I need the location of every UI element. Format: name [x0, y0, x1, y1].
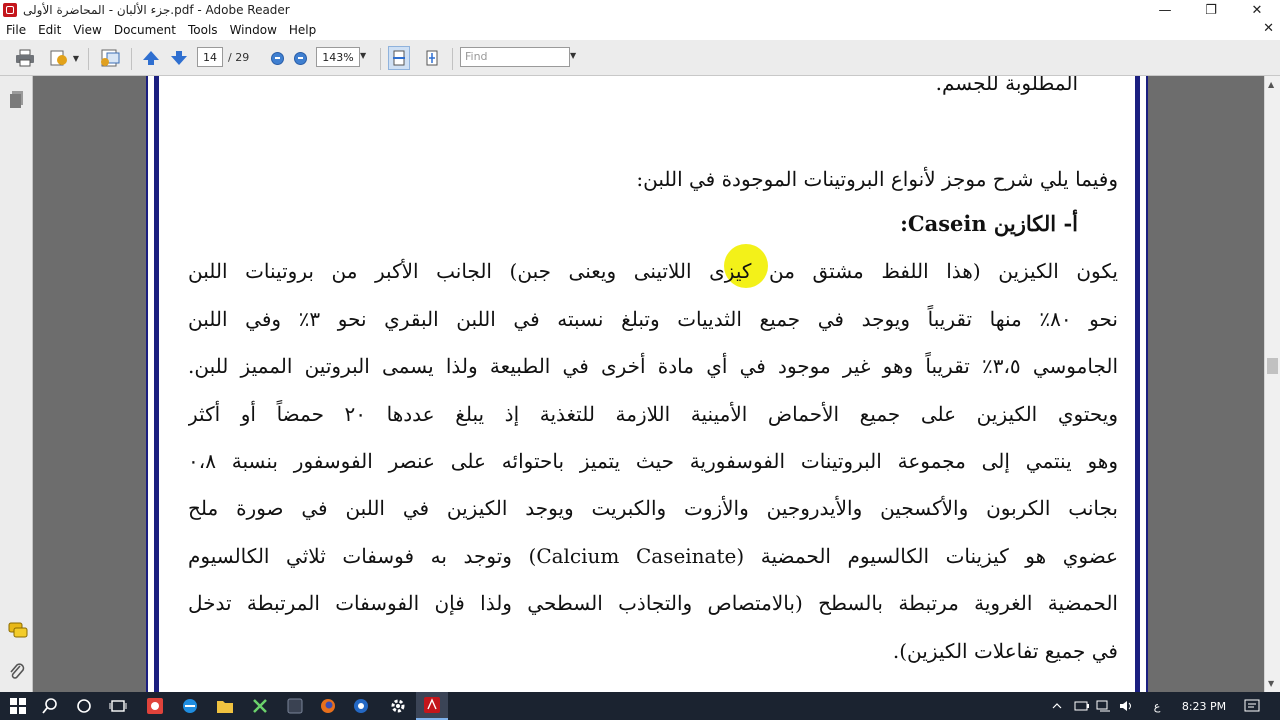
find-input[interactable]: Find	[460, 47, 570, 67]
zoom-in-icon[interactable]	[293, 51, 307, 65]
toolbar: ▼	[0, 40, 1280, 76]
chevron-down-icon[interactable]: ▼	[71, 52, 81, 64]
title-bar: جزء الألبان - المحاضرة الأولى.pdf - Adob…	[0, 0, 1280, 20]
paragraph-line: الجاموسي ٣،٥٪ تقريباً وهو غير موجود في أ…	[188, 354, 1118, 378]
clock[interactable]: 8:23 PM	[1176, 692, 1232, 720]
app-icon-blue[interactable]	[347, 692, 375, 720]
menu-view[interactable]: View	[67, 23, 107, 37]
minimize-button[interactable]: —	[1142, 0, 1188, 20]
menu-bar: File Edit View Document Tools Window Hel…	[0, 20, 1280, 40]
partial-line: المطلوبة للجسم.	[935, 76, 1078, 95]
paragraph-line: عضوي هو كيزينات الكالسيوم الحمضية (Calci…	[188, 544, 1118, 568]
scroll-down-icon[interactable]: ▼	[1268, 679, 1274, 688]
paragraph-line: الحمضية الغروية مرتبطة بالسطح (بالامتصاص…	[188, 591, 1118, 615]
scroll-up-icon[interactable]: ▲	[1268, 80, 1274, 89]
document-viewport[interactable]: المطلوبة للجسم. وفيما يلي شرح موجز لأنوا…	[33, 76, 1264, 692]
zoom-out-icon[interactable]	[270, 51, 284, 65]
paragraph-line: ويحتوي الكيزين على جميع الأحماض الأمينية…	[188, 402, 1118, 426]
menu-window[interactable]: Window	[224, 23, 283, 37]
page-border-left-inner	[154, 76, 159, 692]
intro-line: وفيما يلي شرح موجز لأنواع البروتينات الم…	[636, 167, 1118, 191]
file-explorer-icon[interactable]	[211, 692, 239, 720]
attachments-panel-icon[interactable]	[8, 662, 26, 686]
paragraph-line: في جميع تفاعلات الكيزين).	[892, 639, 1118, 663]
page-border-right-outer	[1146, 76, 1148, 692]
paragraph-line: بجانب الكربون والأكسجين والأيدروجين والأ…	[188, 496, 1118, 520]
menu-document[interactable]: Document	[108, 23, 182, 37]
windows-start-icon[interactable]	[4, 692, 32, 720]
volume-icon[interactable]	[1116, 692, 1136, 720]
tray-chevron-icon[interactable]	[1048, 692, 1066, 720]
app-icon-red[interactable]	[141, 692, 169, 720]
menu-tools[interactable]: Tools	[182, 23, 224, 37]
network-icon[interactable]	[1094, 692, 1114, 720]
navigation-pane	[0, 76, 33, 692]
collaborate-icon[interactable]	[48, 48, 70, 68]
paragraph-line: وهو ينتمي إلى مجموعة البروتينات الفوسفور…	[188, 449, 1118, 473]
firefox-icon[interactable]	[314, 692, 342, 720]
comments-panel-icon[interactable]	[8, 622, 28, 644]
vertical-scrollbar[interactable]: ▲ ▼	[1264, 76, 1280, 692]
share-icon[interactable]	[98, 47, 122, 69]
fit-width-icon[interactable]	[388, 46, 410, 70]
search-icon[interactable]	[36, 692, 64, 720]
page-border-left-outer	[146, 76, 148, 692]
pdf-page: المطلوبة للجسم. وفيما يلي شرح موجز لأنوا…	[146, 76, 1148, 692]
print-icon[interactable]	[14, 48, 36, 68]
page-border-right-inner	[1135, 76, 1140, 692]
adobe-reader-icon	[3, 3, 17, 17]
cortana-icon[interactable]	[70, 692, 98, 720]
settings-gear-icon[interactable]	[384, 692, 412, 720]
paragraph-line: يكون الكيزين (هذا اللفظ مشتق من كيزى الل…	[188, 259, 1118, 283]
window-controls: — ❐ ✕	[1142, 0, 1280, 20]
menu-help[interactable]: Help	[283, 23, 322, 37]
app-icon-dark[interactable]	[281, 692, 309, 720]
find-dropdown-icon[interactable]: ▼	[570, 51, 576, 60]
input-language-indicator[interactable]: ع	[1148, 692, 1166, 720]
notifications-icon[interactable]	[1240, 692, 1264, 720]
section-heading: أ- الكازين Casein:	[900, 211, 1078, 236]
scrollbar-thumb[interactable]	[1267, 358, 1278, 374]
edge-icon[interactable]	[176, 692, 204, 720]
menu-edit[interactable]: Edit	[32, 23, 67, 37]
zoom-dropdown-icon[interactable]: ▼	[360, 51, 366, 60]
fit-page-icon[interactable]	[422, 47, 442, 69]
page-count: / 29	[228, 51, 250, 64]
pages-panel-icon[interactable]	[8, 90, 26, 114]
zoom-input[interactable]: 143%	[316, 47, 360, 67]
close-button[interactable]: ✕	[1234, 0, 1280, 20]
window-title: جزء الألبان - المحاضرة الأولى.pdf - Adob…	[23, 3, 290, 17]
menu-file[interactable]: File	[0, 23, 32, 37]
battery-icon[interactable]	[1072, 692, 1092, 720]
next-page-icon[interactable]	[169, 49, 189, 67]
adobe-reader-task-icon[interactable]	[416, 692, 448, 720]
close-document-button[interactable]: ✕	[1263, 21, 1274, 36]
task-view-icon[interactable]	[104, 692, 132, 720]
paragraph-line: نحو ٨٠٪ منها تقريباً ويوجد في جميع الثدي…	[188, 307, 1118, 331]
page-number-input[interactable]: 14	[197, 47, 223, 67]
previous-page-icon[interactable]	[141, 49, 161, 67]
maximize-button[interactable]: ❐	[1188, 0, 1234, 20]
network-app-icon[interactable]	[246, 692, 274, 720]
taskbar: ع 8:23 PM	[0, 692, 1280, 720]
